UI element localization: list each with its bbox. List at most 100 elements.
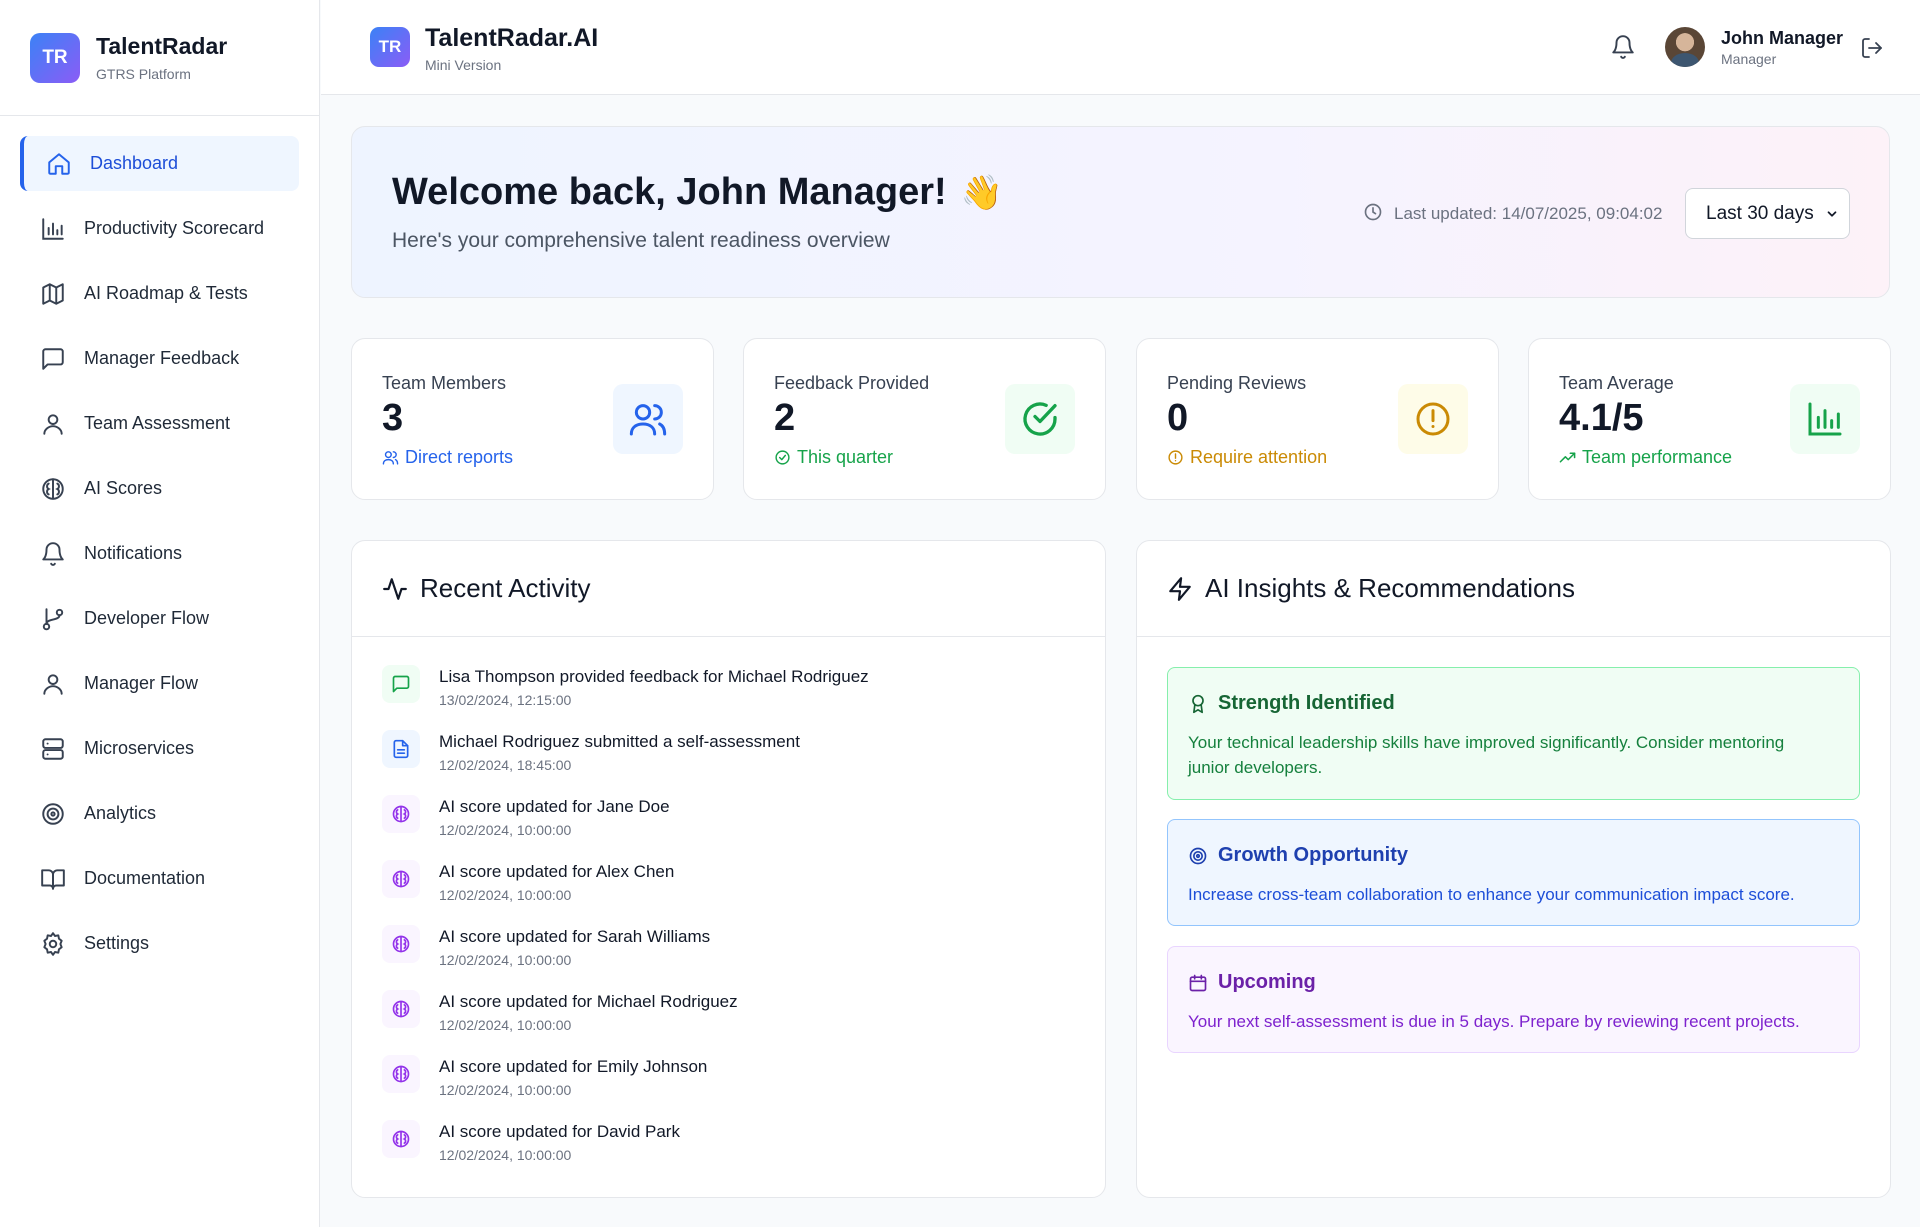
brain-icon — [392, 1000, 410, 1018]
alert-circle-icon — [1416, 402, 1450, 436]
avatar[interactable] — [1665, 27, 1705, 67]
alert-circle-icon — [1168, 450, 1183, 465]
server-icon — [42, 737, 64, 760]
sidebar-brand[interactable]: TR TalentRadar GTRS Platform — [0, 0, 319, 116]
activity-time: 13/02/2024, 12:15:00 — [439, 692, 572, 708]
brain-icon — [392, 935, 410, 953]
activity-text: AI score updated for Michael Rodriguez — [439, 992, 738, 1011]
stat-card-team-average[interactable]: Team Average 4.1/5 Team performance — [1528, 338, 1891, 500]
message-square-icon — [392, 675, 410, 693]
header-title: TalentRadar.AI — [425, 24, 599, 52]
brand-logo: TR — [30, 32, 80, 83]
panel-header: Recent Activity — [352, 541, 1105, 637]
welcome-title-text: Welcome back, John Manager! — [392, 171, 947, 213]
stat-card-feedback-provided[interactable]: Feedback Provided 2 This quarter — [743, 338, 1106, 500]
activity-list: Lisa Thompson provided feedback for Mich… — [382, 665, 869, 1185]
zap-icon — [1169, 576, 1191, 601]
sidebar-item-dashboard[interactable]: Dashboard — [20, 136, 299, 191]
activity-time: 12/02/2024, 10:00:00 — [439, 1017, 572, 1033]
notifications-bell-icon[interactable] — [1610, 34, 1636, 60]
stat-note: Team performance — [1559, 447, 1732, 468]
file-text-icon — [393, 739, 409, 759]
stat-card-team-members[interactable]: Team Members 3 Direct reports — [351, 338, 714, 500]
stat-note: Require attention — [1167, 447, 1327, 468]
insight-card-strength[interactable]: Strength Identified Your technical leade… — [1167, 667, 1860, 800]
sidebar-item-manager-flow[interactable]: Manager Flow — [20, 656, 299, 711]
activity-icon-box — [382, 1120, 420, 1158]
insight-card-growth[interactable]: Growth Opportunity Increase cross-team c… — [1167, 819, 1860, 926]
activity-text: AI score updated for David Park — [439, 1122, 680, 1141]
user-icon — [43, 413, 63, 435]
panel-header: AI Insights & Recommendations — [1137, 541, 1890, 637]
sidebar-item-notifications[interactable]: Notifications — [20, 526, 299, 581]
sidebar-item-analytics[interactable]: Analytics — [20, 786, 299, 841]
trending-up-icon — [1559, 452, 1576, 463]
award-icon — [1192, 694, 1204, 713]
activity-time: 12/02/2024, 10:00:00 — [439, 887, 572, 903]
message-square-icon — [42, 347, 64, 370]
activity-item[interactable]: AI score updated for David Park 12/02/20… — [382, 1120, 869, 1185]
recent-activity-panel: Recent Activity Lisa Thompson provided f… — [351, 540, 1106, 1198]
activity-text: AI score updated for Emily Johnson — [439, 1057, 708, 1076]
activity-time: 12/02/2024, 10:00:00 — [439, 1147, 572, 1163]
sidebar-item-team-assessment[interactable]: Team Assessment — [20, 396, 299, 451]
activity-icon-box — [382, 860, 420, 898]
sidebar-item-productivity-scorecard[interactable]: Productivity Scorecard — [20, 201, 299, 256]
sidebar-item-label: Analytics — [84, 803, 157, 823]
welcome-subtitle: Here's your comprehensive talent readine… — [392, 229, 890, 252]
stat-value: 3 — [382, 397, 404, 439]
sidebar-item-developer-flow[interactable]: Developer Flow — [20, 591, 299, 646]
date-range-select[interactable]: Last 30 days — [1685, 188, 1850, 239]
sidebar-item-label: AI Scores — [84, 478, 163, 498]
stat-value: 0 — [1167, 397, 1189, 439]
welcome-banner: Welcome back, John Manager! 👋 Here's you… — [351, 126, 1890, 298]
insight-body: Your technical leadership skills have im… — [1188, 733, 1785, 777]
activity-text: Lisa Thompson provided feedback for Mich… — [439, 667, 869, 686]
activity-text: Michael Rodriguez submitted a self-asses… — [439, 732, 800, 751]
sidebar-item-label: Notifications — [84, 543, 183, 563]
wave-emoji: 👋 — [960, 173, 1004, 212]
activity-item[interactable]: AI score updated for Sarah Williams 12/0… — [382, 925, 869, 990]
sidebar-item-label: Team Assessment — [84, 413, 231, 433]
sidebar-item-ai-scores[interactable]: AI Scores — [20, 461, 299, 516]
sidebar-item-documentation[interactable]: Documentation — [20, 851, 299, 906]
sidebar-item-ai-roadmap[interactable]: AI Roadmap & Tests — [20, 266, 299, 321]
sidebar-item-settings[interactable]: Settings — [20, 916, 299, 971]
activity-icon-box — [382, 990, 420, 1028]
activity-item[interactable]: AI score updated for Jane Doe 12/02/2024… — [382, 795, 869, 860]
top-header: TR TalentRadar.AI Mini Version John Mana… — [321, 0, 1920, 95]
chevron-down-icon — [1827, 211, 1837, 217]
activity-item[interactable]: AI score updated for Emily Johnson 12/02… — [382, 1055, 869, 1120]
stat-label: Feedback Provided — [774, 373, 930, 393]
header-logo: TR — [370, 27, 410, 67]
activity-item[interactable]: Lisa Thompson provided feedback for Mich… — [382, 665, 869, 730]
logout-icon[interactable] — [1860, 36, 1884, 60]
sidebar-item-label: Microservices — [84, 738, 195, 758]
sidebar-nav: Dashboard Productivity Scorecard AI Road… — [0, 116, 319, 971]
activity-item[interactable]: AI score updated for Michael Rodriguez 1… — [382, 990, 869, 1055]
map-icon — [42, 282, 64, 305]
bar-chart-icon — [1808, 402, 1842, 436]
activity-icon-box — [382, 665, 420, 703]
stat-value: 4.1/5 — [1559, 397, 1644, 439]
activity-item[interactable]: Michael Rodriguez submitted a self-asses… — [382, 730, 869, 795]
sidebar-item-manager-feedback[interactable]: Manager Feedback — [20, 331, 299, 386]
check-circle-icon — [775, 450, 790, 465]
insight-body: Your next self-assessment is due in 5 da… — [1188, 1012, 1800, 1031]
sidebar-item-microservices[interactable]: Microservices — [20, 721, 299, 776]
bell-icon — [42, 541, 64, 566]
brain-icon — [392, 805, 410, 823]
book-open-icon — [41, 868, 65, 890]
activity-text: AI score updated for Alex Chen — [439, 862, 675, 881]
insight-card-upcoming[interactable]: Upcoming Your next self-assessment is du… — [1167, 946, 1860, 1053]
stat-card-pending-reviews[interactable]: Pending Reviews 0 Require attention — [1136, 338, 1499, 500]
stat-label: Team Average — [1559, 373, 1674, 393]
brain-icon — [42, 477, 64, 500]
sidebar: TR TalentRadar GTRS Platform Dashboard P… — [0, 0, 320, 1227]
activity-icon-box — [382, 795, 420, 833]
activity-item[interactable]: AI score updated for Alex Chen 12/02/202… — [382, 860, 869, 925]
last-updated-text: Last updated: 14/07/2025, 09:04:02 — [1394, 204, 1663, 223]
sidebar-item-label: Productivity Scorecard — [84, 218, 265, 238]
activity-icon-box — [382, 925, 420, 963]
stat-value: 2 — [774, 397, 796, 439]
